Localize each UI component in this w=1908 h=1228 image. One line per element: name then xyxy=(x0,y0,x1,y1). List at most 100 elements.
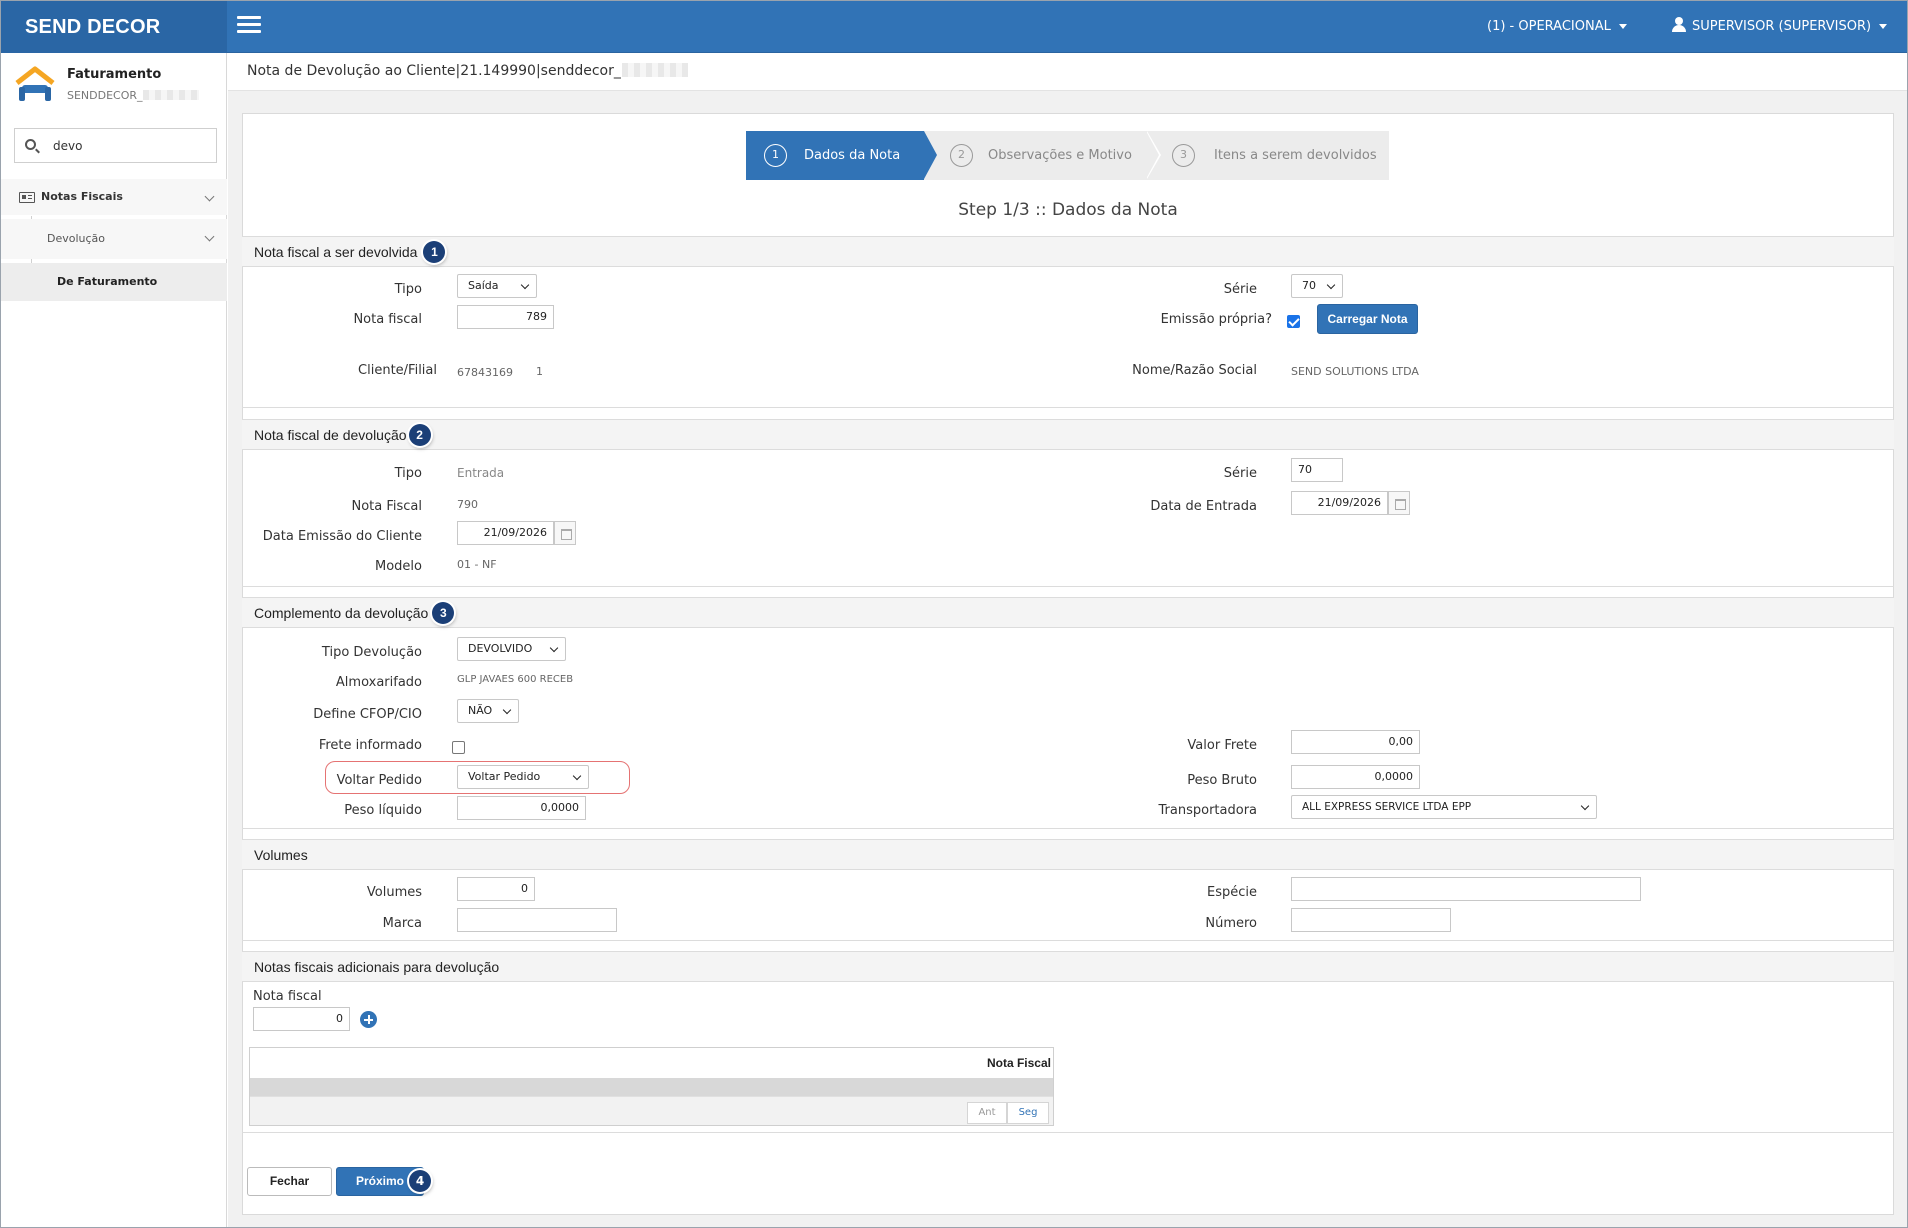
especie-input[interactable] xyxy=(1291,877,1641,901)
voltar-pedido-label: Voltar Pedido xyxy=(336,773,422,788)
section-title: Volumes xyxy=(242,840,1894,870)
next-page-button[interactable]: Seg xyxy=(1007,1102,1049,1124)
tipo-devolucao-select[interactable]: DEVOLVIDO xyxy=(457,637,566,661)
peso-liquido-input[interactable]: 0,0000 xyxy=(457,796,586,820)
frete-informado-label: Frete informado xyxy=(318,738,422,753)
numero-label: Número xyxy=(1205,916,1257,931)
numero-input[interactable] xyxy=(1291,908,1451,932)
sofa-logo-icon xyxy=(15,66,55,101)
tipo-select[interactable]: Saída xyxy=(457,274,537,298)
tipo-value: Entrada xyxy=(457,466,505,480)
voltar-pedido-select[interactable]: Voltar Pedido xyxy=(457,765,589,789)
sidebar-item-label: Devolução xyxy=(47,232,106,245)
section-title: Nota fiscal de devolução 2 xyxy=(242,420,1894,450)
chevron-down-icon xyxy=(1580,801,1590,811)
table-pager: Ant Seg xyxy=(250,1096,1053,1125)
calendar-icon[interactable] xyxy=(1388,491,1410,515)
step-label: Observações e Motivo xyxy=(988,148,1132,163)
tipo-label: Tipo xyxy=(394,282,422,297)
context-menu-label: (1) - OPERACIONAL xyxy=(1487,19,1611,34)
wizard-step-2[interactable]: 2 Observações e Motivo xyxy=(924,131,1161,180)
chevron-down-icon xyxy=(520,280,530,290)
marca-input[interactable] xyxy=(457,908,617,932)
sidebar-item-label: Notas Fiscais xyxy=(41,190,123,203)
chevron-down-icon xyxy=(204,191,215,202)
section-title: Notas fiscais adicionais para devolução xyxy=(242,952,1894,982)
chevron-down-icon xyxy=(502,705,512,715)
step-badge: 4 xyxy=(409,1170,431,1192)
prev-page-button[interactable]: Ant xyxy=(967,1102,1007,1124)
sidebar-item-de-faturamento[interactable]: De Faturamento xyxy=(1,263,227,301)
chevron-down-icon xyxy=(204,231,215,242)
cliente-value: 67843169 xyxy=(457,366,513,379)
page-header: Nota de Devolução ao Cliente|21.149990|s… xyxy=(228,53,1907,91)
hamburger-menu-icon[interactable] xyxy=(237,16,261,36)
table-header: Nota Fiscal xyxy=(250,1048,1053,1078)
data-emissao-input[interactable]: 21/09/2026 xyxy=(457,521,554,545)
transportadora-label: Transportadora xyxy=(1158,803,1257,818)
marca-label: Marca xyxy=(382,916,422,931)
filial-value: 1 xyxy=(536,365,543,378)
nota-fiscal-adicional-input[interactable]: 0 xyxy=(253,1007,350,1031)
data-entrada-input[interactable]: 21/09/2026 xyxy=(1291,491,1388,515)
almoxarifado-value: GLP JAVAES 600 RECEB xyxy=(457,674,574,685)
add-icon[interactable] xyxy=(360,1011,377,1028)
serie-input[interactable]: 70 xyxy=(1291,458,1343,482)
tipo-label: Tipo xyxy=(394,466,422,481)
transportadora-select[interactable]: ALL EXPRESS SERVICE LTDA EPP xyxy=(1291,795,1597,819)
define-cfop-label: Define CFOP/CIO xyxy=(313,707,422,722)
nota-fiscal-label: Nota fiscal xyxy=(353,312,422,327)
sidebar-search xyxy=(14,128,217,163)
volumes-input[interactable]: 0 xyxy=(457,877,535,901)
wizard-step-3[interactable]: 3 Itens a serem devolvidos xyxy=(1146,131,1389,180)
nota-fiscal-input[interactable]: 789 xyxy=(457,305,554,329)
user-menu[interactable]: SUPERVISOR (SUPERVISOR) xyxy=(1672,1,1888,53)
chevron-down-icon xyxy=(1326,280,1336,290)
sidebar-item-notas-fiscais[interactable]: Notas Fiscais xyxy=(1,179,227,215)
search-input[interactable] xyxy=(53,135,203,157)
top-bar: SEND DECOR (1) - OPERACIONAL SUPERVISOR … xyxy=(1,1,1907,53)
serie-label: Série xyxy=(1223,466,1257,481)
notas-table: Nota Fiscal Ant Seg xyxy=(249,1047,1054,1126)
carregar-nota-button[interactable]: Carregar Nota xyxy=(1317,304,1418,334)
step-badge: 3 xyxy=(432,602,455,624)
calendar-icon[interactable] xyxy=(554,521,576,545)
caret-down-icon xyxy=(1879,24,1888,29)
caret-down-icon xyxy=(1618,24,1627,29)
user-menu-label: SUPERVISOR (SUPERVISOR) xyxy=(1692,19,1872,34)
section-title: Nota fiscal a ser devolvida 1 xyxy=(242,237,1894,267)
search-icon xyxy=(25,139,36,150)
user-icon xyxy=(1672,17,1686,32)
sidebar-item-devolucao[interactable]: Devolução xyxy=(1,219,227,259)
data-entrada-label: Data de Entrada xyxy=(1150,499,1257,514)
chevron-down-icon xyxy=(549,643,559,653)
serie-select[interactable]: 70 xyxy=(1291,274,1343,298)
wizard-step-1[interactable]: 1 Dados da Nota xyxy=(746,131,937,180)
modelo-value: 01 - NF xyxy=(457,558,497,571)
tipo-devolucao-label: Tipo Devolução xyxy=(321,645,422,660)
section-title: Complemento da devolução 3 xyxy=(242,598,1894,628)
context-menu[interactable]: (1) - OPERACIONAL xyxy=(1487,1,1627,53)
nome-razao-label: Nome/Razão Social xyxy=(1132,363,1257,378)
nota-fiscal-label: Nota fiscal xyxy=(253,989,322,1004)
step-caption: Step 1/3 :: Dados da Nota xyxy=(958,200,1178,220)
table-row[interactable] xyxy=(250,1078,1053,1096)
peso-bruto-input[interactable]: 0,0000 xyxy=(1291,765,1420,789)
app-window: SEND DECOR (1) - OPERACIONAL SUPERVISOR … xyxy=(0,0,1908,1228)
step-number: 1 xyxy=(764,144,787,167)
valor-frete-label: Valor Frete xyxy=(1187,738,1257,753)
emissao-propria-label: Emissão própria? xyxy=(1160,312,1272,327)
module-subtitle: SENDDECOR_ xyxy=(67,89,199,102)
emissao-propria-checkbox[interactable] xyxy=(1287,315,1300,328)
fechar-button[interactable]: Fechar xyxy=(247,1167,332,1196)
nota-fiscal-label: Nota Fiscal xyxy=(351,499,422,514)
valor-frete-input[interactable]: 0,00 xyxy=(1291,730,1420,754)
frete-informado-checkbox[interactable] xyxy=(452,741,465,754)
cliente-filial-label: Cliente/Filial xyxy=(358,363,437,378)
define-cfop-select[interactable]: NÃO xyxy=(457,699,519,723)
step-number: 2 xyxy=(950,144,973,167)
newspaper-icon xyxy=(19,192,35,203)
step-label: Itens a serem devolvidos xyxy=(1214,148,1377,163)
step-label: Dados da Nota xyxy=(804,148,901,163)
step-badge: 2 xyxy=(408,424,431,446)
